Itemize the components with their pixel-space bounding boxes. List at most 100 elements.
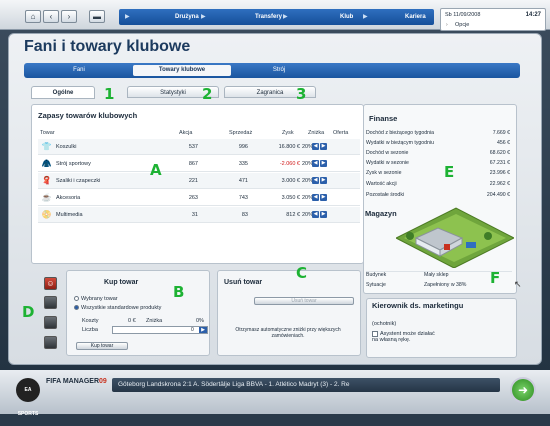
finance-label: Wydatki w bieżącym tygodniu bbox=[366, 140, 434, 146]
fan-portrait-button[interactable]: ☺ bbox=[44, 277, 57, 290]
marker-3: 3 bbox=[296, 85, 307, 103]
discount-increase-button[interactable]: ▶ bbox=[320, 160, 327, 167]
finance-row: Dochód z bieżącego tygodnia 7.669 € bbox=[366, 130, 512, 139]
marker-c: C bbox=[296, 264, 308, 282]
inventory-title: Zapasy towarów klubowych bbox=[38, 111, 138, 120]
item-stock: 537 bbox=[188, 144, 198, 150]
item-stock: 221 bbox=[188, 178, 198, 184]
tracksuit-icon: 🧥 bbox=[41, 159, 52, 168]
tab-merchandise[interactable]: Towary klubowe bbox=[133, 65, 231, 76]
finance-row: Dochód w sezonie 68.620 € bbox=[366, 150, 512, 159]
menu-item-career[interactable]: Kariera bbox=[405, 9, 426, 25]
remove-button[interactable]: Usuń towar bbox=[254, 297, 354, 305]
finance-value: 7.669 € bbox=[492, 130, 510, 136]
situation-value: Zapełniony w 38% bbox=[424, 282, 467, 288]
costs-value: 0 € bbox=[128, 318, 136, 324]
arrow-right-icon: ➜ bbox=[517, 383, 529, 397]
menu-item-club[interactable]: Klub bbox=[340, 9, 353, 25]
item-sold: 996 bbox=[238, 144, 248, 150]
remove-note: Otrzymasz automatyczne zniżki przy więks… bbox=[235, 327, 341, 339]
item-name: Koszulki bbox=[56, 144, 77, 150]
marker-2: 2 bbox=[202, 85, 213, 103]
finance-label: Zysk w sezonie bbox=[366, 170, 402, 176]
item-name: Akcesoria bbox=[56, 195, 81, 201]
item-name: Szaliki i czapeczki bbox=[56, 178, 101, 184]
discount-increase-button[interactable]: ▶ bbox=[320, 177, 327, 184]
discount-decrease-button[interactable]: ◀ bbox=[312, 211, 319, 218]
page-title: Fani i towary klubowe bbox=[24, 38, 191, 55]
assistant-checkbox[interactable]: Asystent może działać na własną rękę. bbox=[372, 331, 442, 343]
building-value: Mały sklep bbox=[424, 272, 449, 278]
item-name: Strój sportowy bbox=[56, 161, 91, 167]
marker-f: F bbox=[490, 269, 501, 287]
radio-label: Wszystkie standardowe produkty bbox=[81, 305, 162, 311]
options-link[interactable]: Opcje bbox=[455, 22, 469, 28]
logo-text: FIFA MANAGER bbox=[46, 378, 100, 385]
buy-button[interactable]: Kup towar bbox=[76, 342, 128, 350]
item-profit: 812 € bbox=[286, 212, 300, 218]
mouse-cursor: ↖ bbox=[514, 279, 522, 289]
item-profit: 3.000 € bbox=[281, 178, 300, 184]
col-item: Towar bbox=[40, 130, 55, 136]
marker-a: A bbox=[150, 161, 162, 179]
finance-value: 67.231 € bbox=[489, 160, 510, 166]
col-profit: Zysk bbox=[282, 130, 294, 136]
mug-icon: ☕ bbox=[41, 193, 52, 202]
discount-decrease-button[interactable]: ◀ bbox=[312, 160, 319, 167]
forward-icon: › bbox=[67, 12, 71, 21]
quantity-value: 0 bbox=[191, 327, 194, 333]
menu-toggle-button[interactable]: ▬ bbox=[89, 10, 105, 23]
item-sold: 83 bbox=[241, 212, 248, 218]
tab-bar: Fani Towary klubowe Strój bbox=[24, 63, 520, 78]
discount-increase-button[interactable]: ▶ bbox=[320, 194, 327, 201]
marker-1: 1 bbox=[104, 85, 115, 103]
warehouse-title: Magazyn bbox=[365, 209, 397, 218]
menu-item-team[interactable]: Drużyna bbox=[175, 9, 199, 25]
marker-d: D bbox=[22, 303, 35, 321]
chevron-right-icon[interactable]: ▶ bbox=[199, 327, 207, 333]
col-stock: Akcja bbox=[179, 130, 193, 136]
forward-button[interactable]: › bbox=[61, 10, 77, 23]
marker-b: B bbox=[173, 283, 185, 301]
bottom-bar bbox=[0, 370, 550, 414]
finance-title: Finanse bbox=[369, 114, 398, 123]
radio-selected-item[interactable]: Wybrany towar bbox=[74, 296, 118, 302]
discount-decrease-button[interactable]: ◀ bbox=[312, 177, 319, 184]
table-row[interactable]: 👕 Koszulki 537 996 16.800 € 20% ◀ ▶ bbox=[38, 139, 360, 155]
discount-increase-button[interactable]: ▶ bbox=[320, 211, 327, 218]
costs-label: Koszty bbox=[82, 318, 99, 324]
ticker-text: Göteborg Landskrona 2:1 A. Södertälje Li… bbox=[118, 381, 350, 388]
quantity-stepper[interactable]: 0 ▶ bbox=[112, 326, 208, 334]
chevron-right-icon: ▶ bbox=[125, 14, 130, 20]
side-button-4[interactable] bbox=[44, 336, 57, 349]
current-time: 14:27 bbox=[525, 12, 541, 18]
side-button-3[interactable] bbox=[44, 316, 57, 329]
subtab-general[interactable]: Ogólne bbox=[31, 86, 95, 99]
date-time-box: Sb 11/09/2008 14:27 Opcje › bbox=[440, 8, 546, 31]
discount-value: 0% bbox=[196, 318, 204, 324]
table-row[interactable]: ☕ Akcesoria 263 743 3.050 € 20% ◀ ▶ bbox=[38, 190, 360, 206]
discount-increase-button[interactable]: ▶ bbox=[320, 143, 327, 150]
finance-row: Wydatki w bieżącym tygodniu 456 € bbox=[366, 140, 512, 149]
radio-all-products[interactable]: Wszystkie standardowe produkty bbox=[74, 305, 161, 311]
tab-kit[interactable]: Strój bbox=[259, 65, 299, 76]
home-icon: ⌂ bbox=[30, 12, 36, 21]
back-button[interactable]: ‹ bbox=[43, 10, 59, 23]
table-row[interactable]: 📀 Multimedia 31 83 812 € 20% ◀ ▶ bbox=[38, 207, 360, 223]
discount-decrease-button[interactable]: ◀ bbox=[312, 143, 319, 150]
checkbox-label: Asystent może działać na własną rękę. bbox=[372, 331, 435, 343]
discount-decrease-button[interactable]: ◀ bbox=[312, 194, 319, 201]
col-sold: Sprzedaż bbox=[229, 130, 253, 136]
side-button-2[interactable] bbox=[44, 296, 57, 309]
marketing-manager-subtitle: (ochotnik) bbox=[372, 321, 397, 327]
table-row[interactable]: 🧣 Szaliki i czapeczki 221 471 3.000 € 20… bbox=[38, 173, 360, 189]
news-ticker: Göteborg Landskrona 2:1 A. Södertälje Li… bbox=[112, 378, 500, 392]
tab-fans[interactable]: Fani bbox=[64, 65, 94, 76]
building-label: Budynek bbox=[366, 272, 387, 278]
table-row[interactable]: 🧥 Strój sportowy 867 335 -2.060 € 20% ◀ … bbox=[38, 156, 360, 172]
home-button[interactable]: ⌂ bbox=[25, 10, 41, 23]
menu-item-transfers[interactable]: Transfery bbox=[255, 9, 282, 25]
continue-button[interactable]: ➜ bbox=[510, 377, 536, 403]
quantity-label: Liczba bbox=[82, 327, 98, 333]
shirt-icon: 👕 bbox=[41, 142, 52, 151]
